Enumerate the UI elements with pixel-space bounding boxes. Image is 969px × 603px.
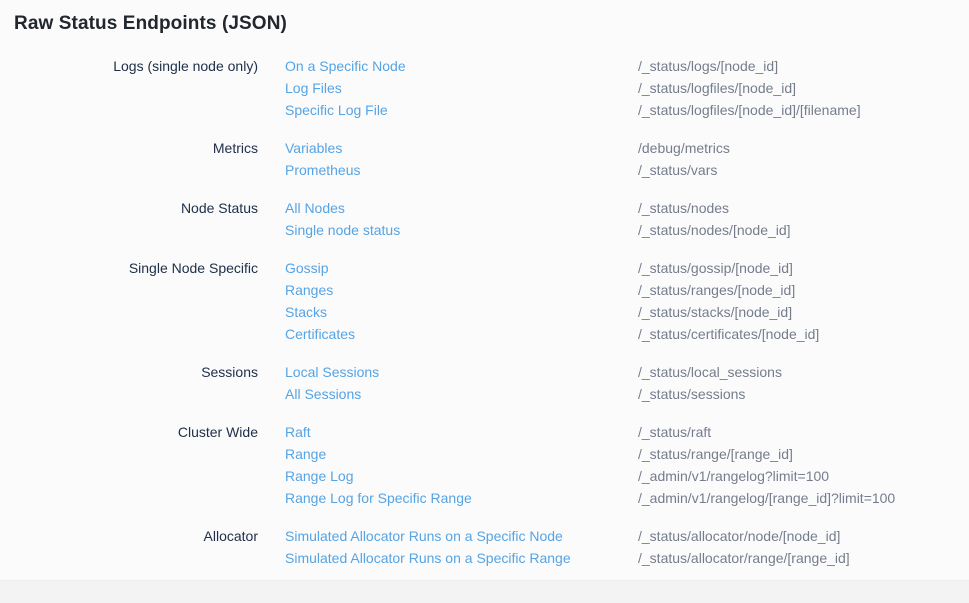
endpoint-row: All Sessions /_status/sessions — [0, 383, 969, 405]
endpoint-row: Single Node Specific Gossip /_status/gossi… — [0, 257, 969, 279]
endpoint-path: /_status/nodes — [638, 197, 729, 219]
endpoint-link-cell: Raft — [285, 421, 638, 443]
endpoint-path: /debug/metrics — [638, 137, 730, 159]
endpoint-link-cell: Local Sessions — [285, 361, 638, 383]
endpoint-row: Range /_status/range/[range_id] — [0, 443, 969, 465]
endpoint-link-cell: Stacks — [285, 301, 638, 323]
category-label: Metrics — [0, 137, 258, 159]
endpoint-row: Prometheus /_status/vars — [0, 159, 969, 181]
endpoint-link[interactable]: Ranges — [285, 282, 333, 298]
endpoint-path: /_status/ranges/[node_id] — [638, 279, 795, 301]
endpoint-row: Allocator Simulated Allocator Runs on a S… — [0, 525, 969, 547]
endpoint-row: Metrics Variables/debug/metrics — [0, 137, 969, 159]
endpoint-path: /_status/range/[range_id] — [638, 443, 793, 465]
endpoint-link-cell: All Nodes — [285, 197, 638, 219]
endpoint-path: /_status/logfiles/[node_id]/[filename] — [638, 99, 861, 121]
endpoint-path: /_status/stacks/[node_id] — [638, 301, 792, 323]
endpoint-link[interactable]: Simulated Allocator Runs on a Specific R… — [285, 550, 571, 566]
endpoint-section: Logs (single node only) On a Specific Nod… — [0, 55, 969, 121]
endpoint-link-cell: Range — [285, 443, 638, 465]
endpoint-row: Log Files /_status/logfiles/[node_id] — [0, 77, 969, 99]
endpoint-row: Certificates /_status/certificates/[node_… — [0, 323, 969, 345]
endpoint-row: Cluster Wide Raft /_status/raft — [0, 421, 969, 443]
endpoint-path: /_status/logs/[node_id] — [638, 55, 778, 77]
endpoint-link[interactable]: Range Log — [285, 468, 354, 484]
category-label: Single Node Specific — [0, 257, 258, 279]
endpoint-link[interactable]: Local Sessions — [285, 364, 379, 380]
endpoint-link-cell: Range Log — [285, 465, 638, 487]
endpoint-link[interactable]: All Nodes — [285, 200, 345, 216]
endpoint-link-cell: Simulated Allocator Runs on a Specific R… — [285, 547, 638, 569]
endpoint-path: /_status/sessions — [638, 383, 745, 405]
endpoint-row: Stacks /_status/stacks/[node_id] — [0, 301, 969, 323]
endpoint-link[interactable]: All Sessions — [285, 386, 361, 402]
endpoint-row: Specific Log File /_status/logfiles/[node… — [0, 99, 969, 121]
endpoint-section: Allocator Simulated Allocator Runs on a S… — [0, 525, 969, 569]
endpoint-row: Simulated Allocator Runs on a Specific R… — [0, 547, 969, 569]
endpoint-path: /_status/allocator/range/[range_id] — [638, 547, 850, 569]
endpoint-path: /_status/vars — [638, 159, 717, 181]
debug-endpoints-page: Raw Status Endpoints (JSON) Logs (single… — [0, 0, 969, 580]
endpoint-section: Node StatusAll Nodes/_status/nodesSingle… — [0, 197, 969, 241]
endpoint-link[interactable]: Prometheus — [285, 162, 360, 178]
endpoint-link[interactable]: Simulated Allocator Runs on a Specific N… — [285, 528, 563, 544]
endpoint-link[interactable]: Range — [285, 446, 326, 462]
endpoint-link[interactable]: Stacks — [285, 304, 327, 320]
endpoint-row: Range Log /_admin/v1/rangelog?limit=100 — [0, 465, 969, 487]
endpoint-link-cell: Simulated Allocator Runs on a Specific N… — [285, 525, 638, 547]
endpoint-section: Sessions Local Sessions /_status/local_ses… — [0, 361, 969, 405]
endpoint-path: /_status/nodes/[node_id] — [638, 219, 791, 241]
endpoint-link-cell: Single node status — [285, 219, 638, 241]
endpoint-section: MetricsVariables/debug/metricsPrometheus… — [0, 137, 969, 181]
category-label: Logs (single node only) — [0, 55, 258, 77]
endpoint-link[interactable]: On a Specific Node — [285, 58, 406, 74]
endpoint-link[interactable]: Raft — [285, 424, 311, 440]
endpoint-link-cell: Prometheus — [285, 159, 638, 181]
endpoint-link-cell: Log Files — [285, 77, 638, 99]
endpoint-path: /_status/logfiles/[node_id] — [638, 77, 796, 99]
endpoint-path: /_status/raft — [638, 421, 711, 443]
category-label: Allocator — [0, 525, 258, 547]
endpoint-link[interactable]: Range Log for Specific Range — [285, 490, 472, 506]
endpoint-link[interactable]: Log Files — [285, 80, 342, 96]
endpoint-path: /_status/local_sessions — [638, 361, 782, 383]
endpoint-link[interactable]: Specific Log File — [285, 102, 388, 118]
endpoint-row: Logs (single node only) On a Specific Nod… — [0, 55, 969, 77]
endpoint-link-cell: Gossip — [285, 257, 638, 279]
category-label: Node Status — [0, 197, 258, 219]
endpoint-link[interactable]: Certificates — [285, 326, 355, 342]
endpoint-path: /_admin/v1/rangelog/[range_id]?limit=100 — [638, 487, 895, 509]
page-title: Raw Status Endpoints (JSON) — [0, 0, 969, 35]
endpoint-row: Range Log for Specific Range /_admin/v1/r… — [0, 487, 969, 509]
endpoint-section: Cluster Wide Raft /_status/raft Range /_stat… — [0, 421, 969, 509]
endpoint-link-cell: All Sessions — [285, 383, 638, 405]
endpoint-path: /_admin/v1/rangelog?limit=100 — [638, 465, 829, 487]
endpoint-link-cell: On a Specific Node — [285, 55, 638, 77]
endpoint-row: Ranges /_status/ranges/[node_id] — [0, 279, 969, 301]
endpoint-path: /_status/gossip/[node_id] — [638, 257, 793, 279]
endpoint-link[interactable]: Variables — [285, 140, 342, 156]
endpoint-link[interactable]: Single node status — [285, 222, 400, 238]
endpoint-path: /_status/allocator/node/[node_id] — [638, 525, 840, 547]
endpoint-path: /_status/certificates/[node_id] — [638, 323, 819, 345]
category-label: Cluster Wide — [0, 421, 258, 443]
endpoint-link-cell: Ranges — [285, 279, 638, 301]
category-label: Sessions — [0, 361, 258, 383]
endpoint-link[interactable]: Gossip — [285, 260, 329, 276]
endpoint-row: Single node status /_status/nodes/[node_i… — [0, 219, 969, 241]
endpoint-row: Sessions Local Sessions /_status/local_ses… — [0, 361, 969, 383]
endpoint-link-cell: Range Log for Specific Range — [285, 487, 638, 509]
endpoint-row: Node Status All Nodes /_status/nodes — [0, 197, 969, 219]
endpoint-link-cell: Variables — [285, 137, 638, 159]
footer-strip — [0, 580, 969, 603]
endpoint-link-cell: Certificates — [285, 323, 638, 345]
endpoints-table: Logs (single node only) On a Specific Nod… — [0, 35, 969, 569]
endpoint-link-cell: Specific Log File — [285, 99, 638, 121]
endpoint-section: Single Node Specific Gossip /_status/gossi… — [0, 257, 969, 345]
